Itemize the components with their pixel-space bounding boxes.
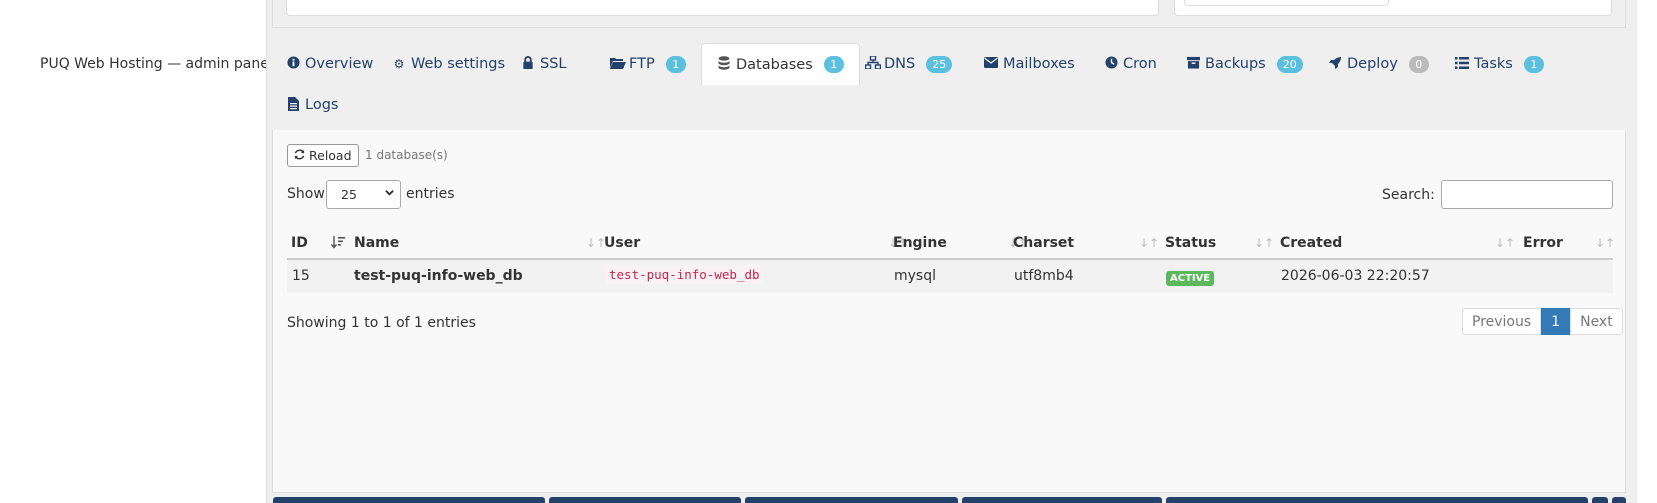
chevron-down-icon	[384, 187, 395, 201]
tab-overview[interactable]: Overview	[286, 44, 373, 84]
bottom-button-4[interactable]	[962, 497, 1162, 503]
previous-page-button[interactable]: Previous	[1462, 308, 1542, 335]
app-title: PUQ Web Hosting — admin panel	[40, 56, 273, 72]
database-icon	[717, 56, 731, 73]
sort-icon[interactable]: ↓↑	[1139, 236, 1159, 250]
column-header-created[interactable]: Created	[1280, 235, 1342, 251]
page-1-button[interactable]: 1	[1541, 308, 1571, 335]
list-icon	[1455, 56, 1469, 72]
bottom-button-5[interactable]	[1166, 497, 1588, 503]
archive-icon	[1186, 56, 1200, 72]
tab-label: DNS	[884, 56, 916, 72]
envelope-icon	[984, 57, 998, 71]
databases-panel: Reload 1 database(s) Show 25 entries Sea…	[272, 130, 1626, 493]
cell-created: 2026-06-03 22:20:57	[1281, 268, 1430, 284]
tab-label: Overview	[305, 56, 374, 72]
tab-badge: 25	[926, 55, 953, 73]
bottom-button-1[interactable]	[273, 497, 545, 503]
search-input[interactable]	[1441, 180, 1613, 209]
reload-label: Reload	[309, 148, 352, 163]
cell-name: test-puq-info-web_db	[354, 268, 523, 284]
column-header-id[interactable]: ID	[291, 235, 308, 251]
sort-icon[interactable]: ↓↑	[1595, 236, 1615, 250]
table-info: Showing 1 to 1 of 1 entries	[287, 315, 476, 331]
next-page-button[interactable]: Next	[1570, 308, 1623, 335]
tab-logs[interactable]: Logs	[286, 85, 338, 125]
pagination: Previous 1 Next	[1462, 308, 1623, 335]
bottom-button-3[interactable]	[745, 497, 958, 503]
entries-select-value: 25	[341, 187, 357, 202]
tab-ssl[interactable]: SSL	[521, 44, 567, 84]
tab-databases[interactable]: Databases 1	[701, 43, 860, 85]
tab-label: Backups	[1205, 56, 1266, 72]
database-count: 1 database(s)	[365, 148, 448, 162]
tab-label: Web settings	[411, 56, 506, 72]
info-circle-icon	[286, 56, 300, 72]
column-header-error[interactable]: Error	[1523, 235, 1563, 251]
column-header-engine[interactable]: Engine	[893, 235, 947, 251]
tab-badge: 1	[1523, 55, 1544, 73]
tab-label: Cron	[1123, 56, 1157, 72]
tab-label: SSL	[540, 56, 567, 72]
search-label: Search:	[1382, 187, 1435, 203]
tab-badge: 20	[1276, 55, 1303, 73]
tab-label: Deploy	[1347, 56, 1398, 72]
tab-badge: 0	[1408, 55, 1429, 73]
bottom-button-7[interactable]	[1612, 497, 1626, 503]
tab-label: Databases	[736, 56, 813, 73]
tab-label: Logs	[305, 97, 339, 113]
tab-web-settings[interactable]: ⚙ Web settings	[392, 44, 505, 84]
bottom-button-2[interactable]	[549, 497, 741, 503]
reload-button[interactable]: Reload	[287, 144, 359, 167]
tab-dns[interactable]: DNS 25	[864, 44, 953, 84]
cell-user: test-puq-info-web_db	[605, 265, 764, 284]
entries-select[interactable]: 25	[326, 180, 401, 209]
bottom-button-6[interactable]	[1592, 497, 1608, 503]
cell-charset: utf8mb4	[1014, 268, 1074, 284]
column-header-user[interactable]: User	[604, 235, 640, 251]
top-field-2-inner	[1184, 0, 1389, 6]
cell-engine: mysql	[894, 268, 936, 284]
tab-label: Tasks	[1474, 56, 1513, 72]
tab-badge: 1	[665, 55, 686, 73]
sitemap-icon	[864, 55, 882, 72]
entries-label: entries	[406, 186, 455, 202]
tab-bar: Overview ⚙ Web settings SSL FTP 1 Databa…	[272, 43, 1626, 130]
rocket-icon	[1328, 56, 1342, 73]
tab-ftp[interactable]: FTP 1	[610, 44, 686, 84]
lock-icon	[521, 56, 535, 72]
sort-icon[interactable]: ↓↑	[1495, 236, 1515, 250]
show-label: Show	[287, 186, 325, 202]
tab-mailboxes[interactable]: Mailboxes	[984, 44, 1075, 84]
top-field-1	[286, 0, 1159, 16]
sort-icon[interactable]: ↓↑	[1254, 236, 1274, 250]
column-header-name[interactable]: Name	[354, 235, 399, 251]
tab-label: FTP	[629, 56, 655, 72]
folder-open-icon	[610, 57, 626, 72]
clock-icon	[1104, 56, 1118, 72]
tab-label: Mailboxes	[1003, 56, 1075, 72]
status-badge: ACTIVE	[1166, 271, 1215, 286]
tab-deploy[interactable]: Deploy 0	[1328, 44, 1429, 84]
column-header-status[interactable]: Status	[1165, 235, 1216, 251]
tab-cron[interactable]: Cron	[1104, 44, 1157, 84]
file-icon	[286, 96, 300, 114]
sort-desc-icon[interactable]	[330, 236, 345, 252]
tab-badge: 1	[823, 56, 844, 73]
refresh-icon	[294, 148, 305, 163]
tab-backups[interactable]: Backups 20	[1186, 44, 1303, 84]
gear-icon: ⚙	[393, 57, 405, 71]
cell-id: 15	[292, 268, 310, 284]
column-header-charset[interactable]: Charset	[1013, 235, 1074, 251]
tab-tasks[interactable]: Tasks 1	[1455, 44, 1544, 84]
